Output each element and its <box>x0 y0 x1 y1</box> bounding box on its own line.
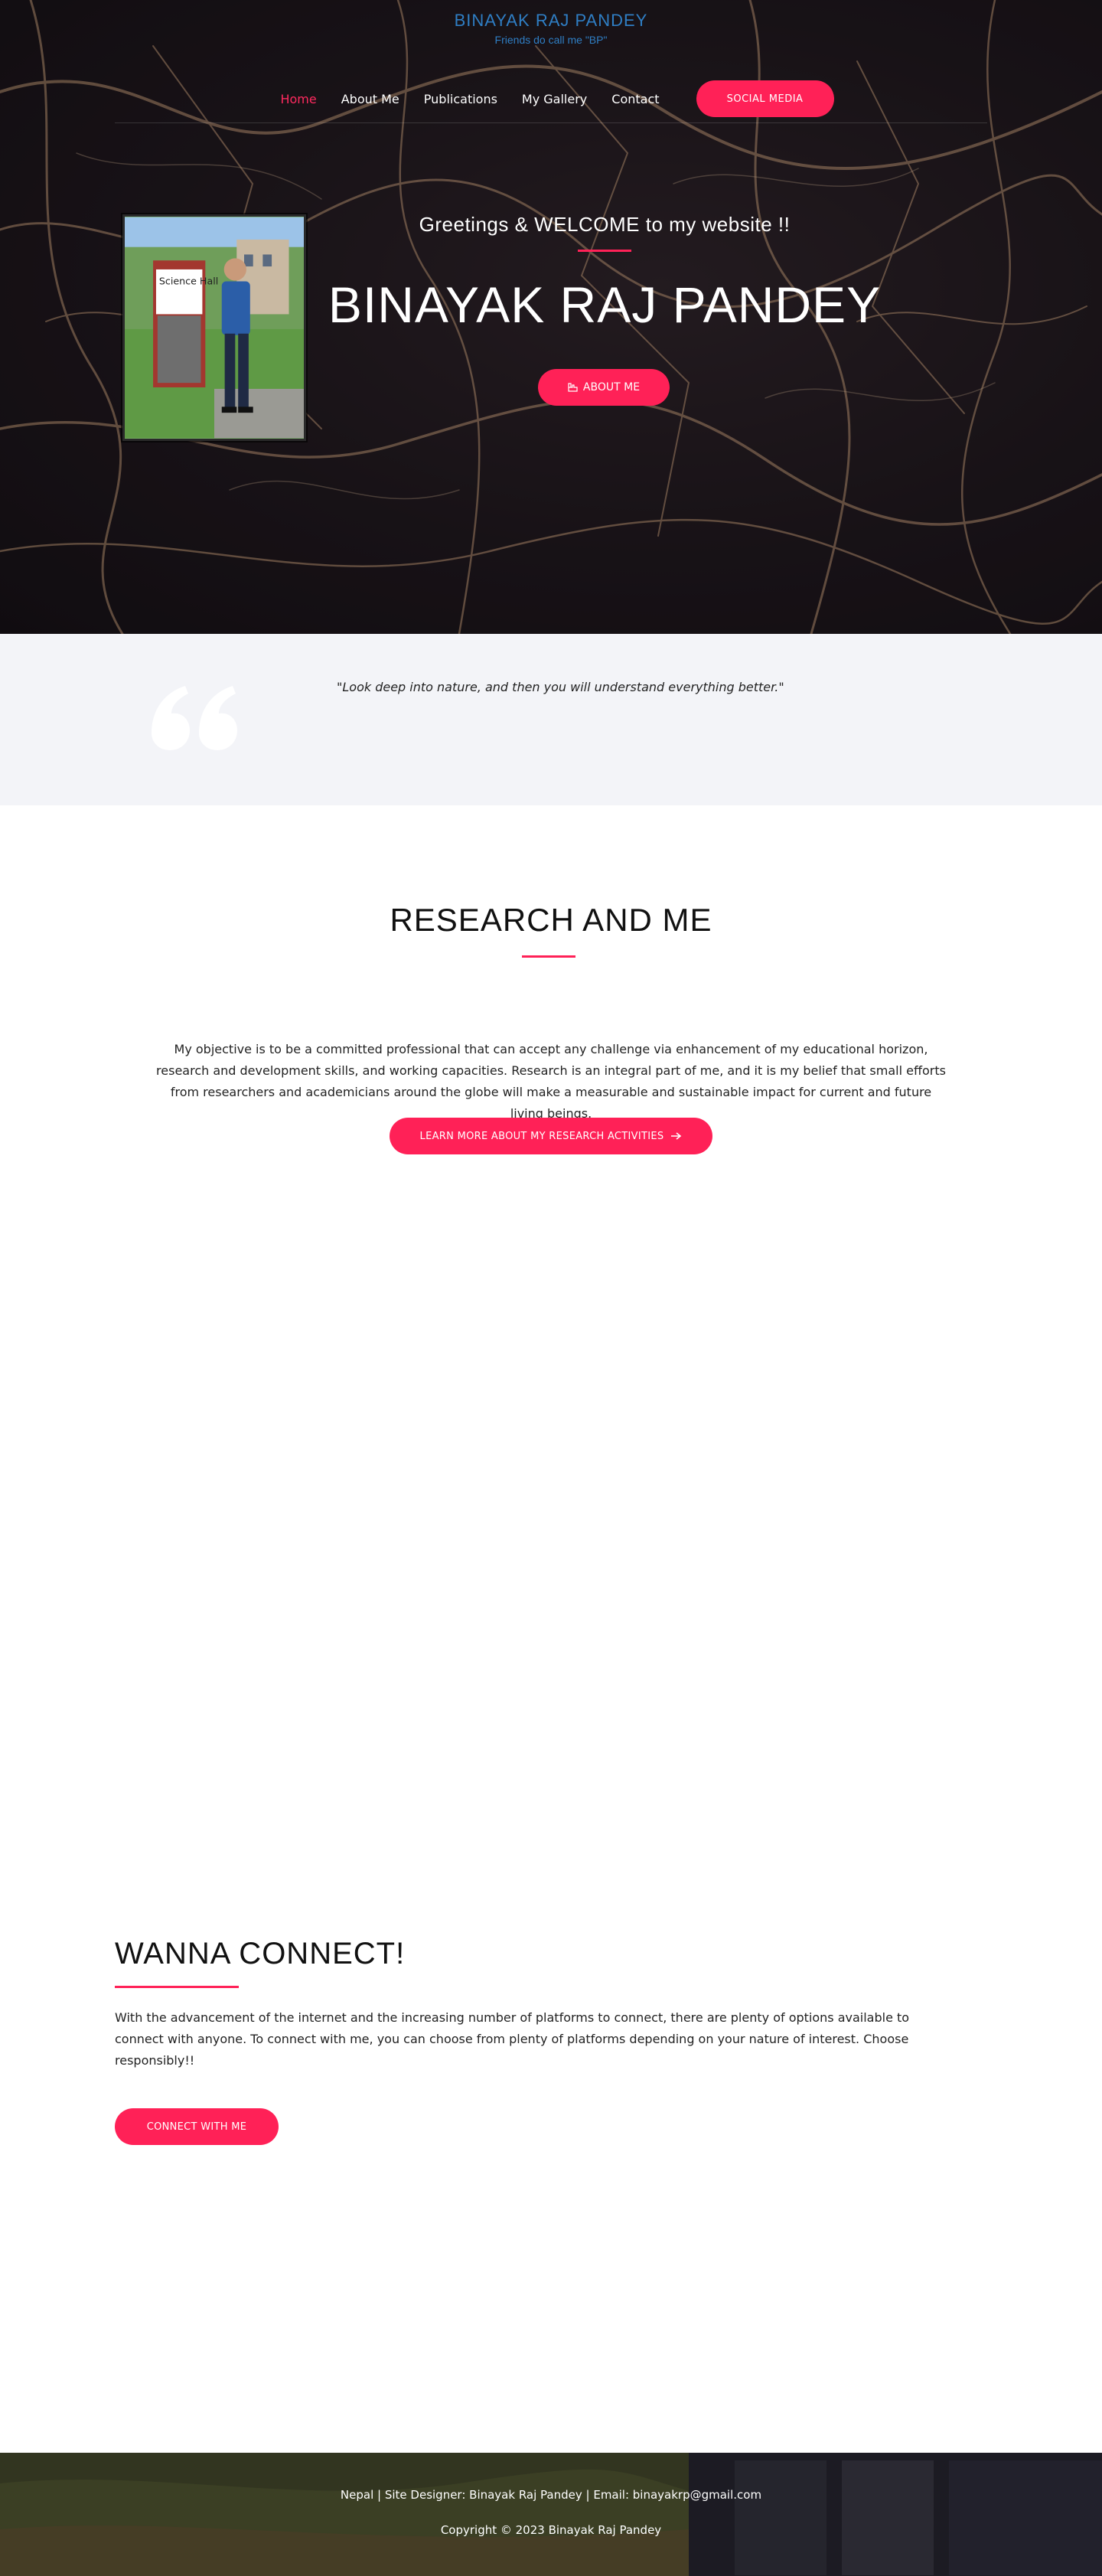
connect-heading-underline <box>115 1986 239 1988</box>
about-me-button[interactable]: ABOUT ME <box>538 369 670 406</box>
nav-divider <box>115 122 987 123</box>
footer-info: Nepal | Site Designer: Binayak Raj Pande… <box>340 2488 762 2502</box>
profile-photo: Science Hall <box>122 214 306 441</box>
hero-name-heading: BINAYAK RAJ PANDEY <box>328 276 882 333</box>
main-navigation: Home About Me Publications My Gallery Co… <box>0 80 1102 118</box>
site-branding: BINAYAK RAJ PANDEY Friends do call me "B… <box>0 11 1102 46</box>
site-title-link[interactable]: BINAYAK RAJ PANDEY <box>0 11 1102 31</box>
research-section: RESEARCH AND ME My objective is to be a … <box>0 805 1102 1909</box>
research-heading-underline <box>522 955 575 958</box>
footer-overlay <box>0 2453 1102 2576</box>
footer-copyright: Copyright © 2023 Binayak Raj Pandey <box>440 2523 662 2537</box>
site-footer: Nepal | Site Designer: Binayak Raj Pande… <box>0 2453 1102 2576</box>
connect-paragraph: With the advancement of the internet and… <box>115 2010 910 2068</box>
nav-item-publications[interactable]: Publications <box>412 92 510 106</box>
hand-pointer-icon <box>568 383 578 392</box>
hero-greeting: Greetings & WELCOME to my website !! <box>419 213 791 236</box>
profile-photo-illustration: Science Hall <box>125 217 304 439</box>
sign-text: Science Hall <box>159 275 218 286</box>
quote-text: "Look deep into nature, and then you wil… <box>337 680 784 694</box>
research-heading: RESEARCH AND ME <box>390 902 712 938</box>
connect-section: WANNA CONNECT! With the advancement of t… <box>0 1909 1102 2453</box>
nav-item-my-gallery[interactable]: My Gallery <box>510 92 599 106</box>
social-media-button[interactable]: SOCIAL MEDIA <box>696 80 834 117</box>
hero-section: BINAYAK RAJ PANDEY Friends do call me "B… <box>0 0 1102 634</box>
about-me-button-label: ABOUT ME <box>582 381 641 393</box>
research-paragraph: My objective is to be a committed profes… <box>156 1042 946 1121</box>
nav-item-about-me[interactable]: About Me <box>329 92 412 106</box>
nav-item-contact[interactable]: Contact <box>599 92 671 106</box>
arrow-right-icon <box>671 1132 682 1140</box>
connect-heading: WANNA CONNECT! <box>115 1937 406 1970</box>
greeting-underline <box>578 250 631 252</box>
nav-item-home[interactable]: Home <box>268 92 328 106</box>
site-tagline: Friends do call me "BP" <box>494 34 608 46</box>
quote-mark-icon <box>152 686 237 750</box>
learn-more-research-button[interactable]: LEARN MORE ABOUT MY RESEARCH ACTIVITIES <box>390 1118 712 1154</box>
quote-section: "Look deep into nature, and then you wil… <box>0 634 1102 805</box>
learn-more-research-label: LEARN MORE ABOUT MY RESEARCH ACTIVITIES <box>419 1130 664 1142</box>
connect-with-me-button[interactable]: CONNECT WITH ME <box>115 2108 279 2145</box>
